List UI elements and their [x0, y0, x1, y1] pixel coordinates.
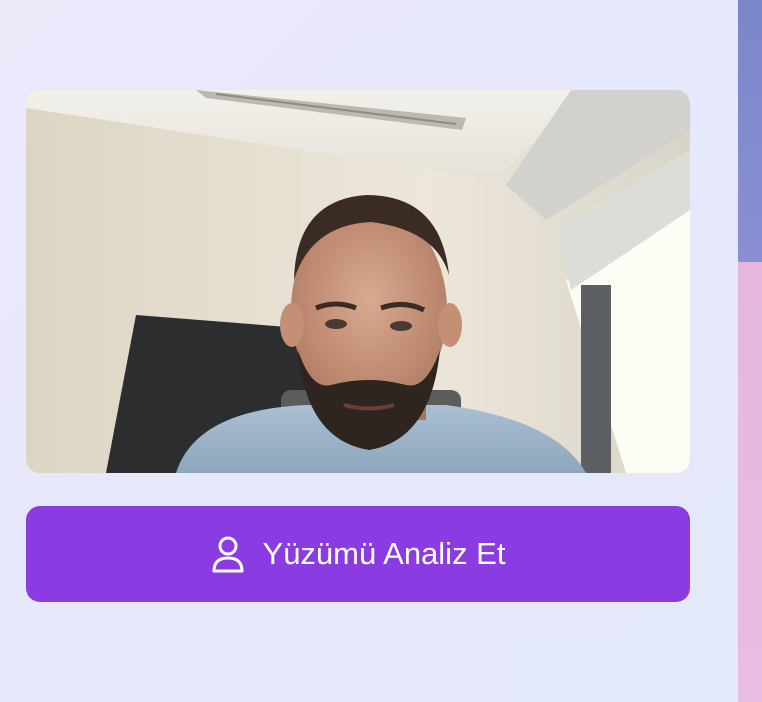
side-panel-top	[738, 0, 762, 262]
camera-feed-image	[26, 90, 690, 473]
person-icon	[211, 535, 245, 573]
side-panel-bottom	[738, 262, 762, 702]
analyze-face-button[interactable]: Yüzümü Analiz Et	[26, 506, 690, 602]
main-panel: Yüzümü Analiz Et	[0, 0, 738, 702]
camera-preview	[26, 90, 690, 473]
analyze-face-button-label: Yüzümü Analiz Et	[262, 536, 506, 571]
